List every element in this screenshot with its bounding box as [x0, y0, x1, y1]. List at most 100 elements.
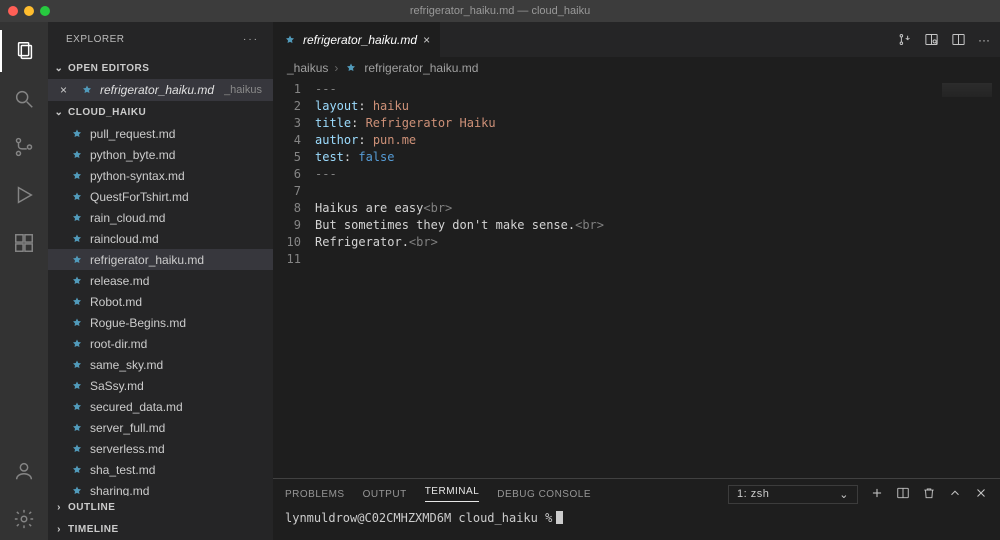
search-icon[interactable]	[0, 78, 48, 120]
file-name: sharing.md	[90, 484, 149, 497]
panel-tab-terminal[interactable]: TERMINAL	[425, 486, 480, 502]
run-debug-icon[interactable]	[0, 174, 48, 216]
tab-bar: refrigerator_haiku.md × ···	[273, 22, 1000, 57]
close-window-button[interactable]	[8, 6, 18, 16]
panel-tab-output[interactable]: OUTPUT	[363, 489, 407, 500]
editor-tab[interactable]: refrigerator_haiku.md ×	[273, 22, 441, 57]
file-tree-item[interactable]: server_full.md	[48, 417, 273, 438]
more-actions-icon[interactable]: ···	[978, 33, 990, 47]
code-lines[interactable]: --- layout: haiku title: Refrigerator Ha…	[315, 79, 604, 478]
tab-filename: refrigerator_haiku.md	[303, 33, 417, 47]
markdown-file-icon	[80, 84, 94, 96]
source-control-icon[interactable]	[0, 126, 48, 168]
breadcrumb-folder[interactable]: _haikus	[287, 61, 328, 75]
split-terminal-icon[interactable]	[896, 486, 910, 503]
markdown-file-icon	[70, 380, 84, 392]
code-editor[interactable]: 1234567891011 --- layout: haiku title: R…	[273, 79, 1000, 478]
file-name: serverless.md	[90, 442, 165, 456]
file-tree-item[interactable]: SaSsy.md	[48, 375, 273, 396]
file-name: rain_cloud.md	[90, 211, 165, 225]
open-editors-label: OPEN EDITORS	[68, 63, 149, 74]
file-name: QuestForTshirt.md	[90, 190, 189, 204]
file-tree-item[interactable]: pull_request.md	[48, 123, 273, 144]
maximize-window-button[interactable]	[40, 6, 50, 16]
markdown-file-icon	[344, 62, 358, 74]
file-tree-item[interactable]: sharing.md	[48, 480, 273, 496]
extensions-icon[interactable]	[0, 222, 48, 264]
markdown-file-icon	[70, 338, 84, 350]
file-tree-item[interactable]: python_byte.md	[48, 144, 273, 165]
markdown-file-icon	[70, 191, 84, 203]
activity-bar	[0, 22, 48, 540]
breadcrumbs[interactable]: _haikus › refrigerator_haiku.md	[273, 57, 1000, 79]
chevron-right-icon: ›	[334, 61, 338, 75]
terminal-body[interactable]: lynmuldrow@C02CMHZXMD6M cloud_haiku %	[273, 509, 1000, 540]
file-name: python-syntax.md	[90, 169, 185, 183]
file-tree-item[interactable]: raincloud.md	[48, 228, 273, 249]
chevron-down-icon: ⌄	[839, 488, 849, 501]
minimize-window-button[interactable]	[24, 6, 34, 16]
settings-gear-icon[interactable]	[0, 498, 48, 540]
markdown-file-icon	[283, 34, 297, 46]
markdown-file-icon	[70, 233, 84, 245]
file-name: server_full.md	[90, 421, 165, 435]
titlebar: refrigerator_haiku.md — cloud_haiku	[0, 0, 1000, 22]
bottom-panel: PROBLEMS OUTPUT TERMINAL DEBUG CONSOLE 1…	[273, 478, 1000, 540]
open-editor-item[interactable]: × refrigerator_haiku.md _haikus	[48, 79, 273, 101]
outline-section[interactable]: › OUTLINE	[48, 496, 273, 518]
compare-changes-icon[interactable]	[897, 32, 912, 47]
breadcrumb-file[interactable]: refrigerator_haiku.md	[364, 61, 478, 75]
markdown-file-icon	[70, 401, 84, 413]
file-tree-item[interactable]: python-syntax.md	[48, 165, 273, 186]
file-tree-item[interactable]: sha_test.md	[48, 459, 273, 480]
file-name: sha_test.md	[90, 463, 155, 477]
markdown-file-icon	[70, 359, 84, 371]
minimap[interactable]	[942, 83, 992, 97]
terminal-selector-dropdown[interactable]: 1: zsh ⌄	[728, 485, 858, 504]
file-name: secured_data.md	[90, 400, 183, 414]
new-terminal-icon[interactable]	[870, 486, 884, 503]
window-title: refrigerator_haiku.md — cloud_haiku	[0, 5, 1000, 17]
open-preview-icon[interactable]	[924, 32, 939, 47]
file-tree-item[interactable]: QuestForTshirt.md	[48, 186, 273, 207]
file-name: pull_request.md	[90, 127, 175, 141]
split-editor-icon[interactable]	[951, 32, 966, 47]
file-tree-item[interactable]: root-dir.md	[48, 333, 273, 354]
project-folder-section[interactable]: ⌄ CLOUD_HAIKU	[48, 101, 273, 123]
explorer-icon[interactable]	[0, 30, 48, 72]
open-editor-path-hint: _haikus	[224, 84, 262, 96]
markdown-file-icon	[70, 464, 84, 476]
file-tree-item[interactable]: serverless.md	[48, 438, 273, 459]
markdown-file-icon	[70, 296, 84, 308]
file-tree-item[interactable]: refrigerator_haiku.md	[48, 249, 273, 270]
file-name: release.md	[90, 274, 149, 288]
file-tree-item[interactable]: same_sky.md	[48, 354, 273, 375]
file-tree-item[interactable]: Robot.md	[48, 291, 273, 312]
file-name: Robot.md	[90, 295, 142, 309]
panel-tab-problems[interactable]: PROBLEMS	[285, 489, 345, 500]
file-tree-item[interactable]: secured_data.md	[48, 396, 273, 417]
file-tree-item[interactable]: release.md	[48, 270, 273, 291]
close-panel-icon[interactable]	[974, 486, 988, 503]
chevron-down-icon: ⌄	[52, 63, 66, 74]
terminal-prompt: lynmuldrow@C02CMHZXMD6M cloud_haiku %	[285, 511, 552, 525]
explorer-sidebar: EXPLORER ··· ⌄ OPEN EDITORS × refrigerat…	[48, 22, 273, 540]
open-editors-section[interactable]: ⌄ OPEN EDITORS	[48, 57, 273, 79]
file-name: same_sky.md	[90, 358, 163, 372]
accounts-icon[interactable]	[0, 450, 48, 492]
explorer-actions-icon[interactable]: ···	[243, 34, 259, 45]
explorer-title: EXPLORER	[66, 34, 124, 45]
file-tree-item[interactable]: rain_cloud.md	[48, 207, 273, 228]
kill-terminal-icon[interactable]	[922, 486, 936, 503]
markdown-file-icon	[70, 128, 84, 140]
close-icon[interactable]: ×	[60, 83, 74, 97]
timeline-section[interactable]: › TIMELINE	[48, 518, 273, 540]
markdown-file-icon	[70, 170, 84, 182]
close-icon[interactable]: ×	[423, 33, 430, 47]
panel-tab-debug-console[interactable]: DEBUG CONSOLE	[497, 489, 591, 500]
chevron-right-icon: ›	[52, 524, 66, 535]
terminal-cursor	[556, 511, 563, 524]
markdown-file-icon	[70, 275, 84, 287]
maximize-panel-icon[interactable]	[948, 486, 962, 503]
file-tree-item[interactable]: Rogue-Begins.md	[48, 312, 273, 333]
